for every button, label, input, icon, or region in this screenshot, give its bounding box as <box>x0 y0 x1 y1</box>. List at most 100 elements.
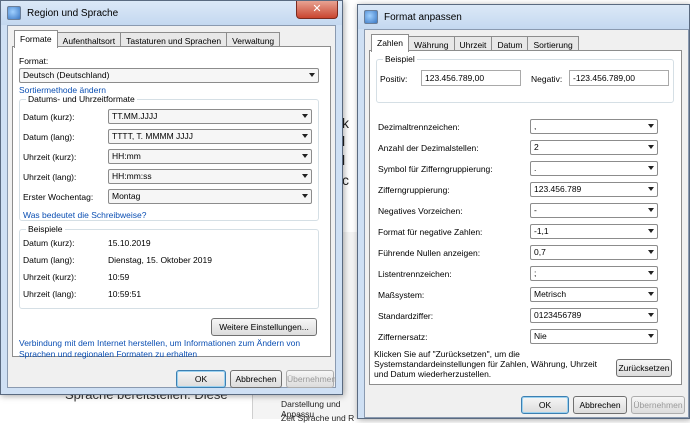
setting-label: Symbol für Zifferngruppierung: <box>378 164 493 174</box>
datetime-label: Uhrzeit (lang): <box>23 172 77 182</box>
select-value: -1,1 <box>534 226 549 236</box>
select-value: 123.456.789 <box>534 184 582 194</box>
date-short-select[interactable]: TT.MM.JJJJ <box>108 109 312 124</box>
tab-sortierung[interactable]: Sortierung <box>527 36 579 51</box>
decimal-places-select[interactable]: 2 <box>530 140 658 155</box>
standard-digits-select[interactable]: 0123456789 <box>530 308 658 323</box>
negative-example-field: -123.456.789,00 <box>569 70 669 86</box>
example-value: 10:59:51 <box>108 289 142 299</box>
tab-zahlen[interactable]: Zahlen <box>371 34 409 52</box>
datetime-label: Datum (lang): <box>23 132 75 142</box>
tab-uhrzeit[interactable]: Uhrzeit <box>453 36 493 51</box>
reset-hint-text: Klicken Sie auf "Zurücksetzen", um die S… <box>374 349 598 379</box>
setting-label: Führende Nullen anzeigen: <box>378 248 481 258</box>
format-value: Deutsch (Deutschland) <box>23 70 110 80</box>
select-value: - <box>534 205 537 215</box>
digit-grouping-select[interactable]: 123.456.789 <box>530 182 658 197</box>
select-value: 2 <box>534 142 539 152</box>
ok-button[interactable]: OK <box>176 370 226 388</box>
chevron-down-icon <box>648 292 654 296</box>
window-title: Format anpassen <box>384 11 462 23</box>
select-value: HH:mm <box>112 151 141 161</box>
time-short-select[interactable]: HH:mm <box>108 149 312 164</box>
setting-label: Ziffernersatz: <box>378 332 428 342</box>
measurement-system-select[interactable]: Metrisch <box>530 287 658 302</box>
chevron-down-icon <box>648 334 654 338</box>
bg-side-item[interactable]: Zeit Sprache und R <box>281 413 354 423</box>
setting-label: Standardziffer: <box>378 311 434 321</box>
datetime-label: Erster Wochentag: <box>23 192 94 202</box>
close-button[interactable]: ✕ <box>296 1 338 19</box>
time-long-select[interactable]: HH:mm:ss <box>108 169 312 184</box>
tab-verwaltung[interactable]: Verwaltung <box>226 32 281 47</box>
example-label: Datum (kurz): <box>23 238 75 248</box>
tab-datum[interactable]: Datum <box>491 36 529 51</box>
titlebar[interactable]: Region und Sprache <box>1 1 342 25</box>
titlebar[interactable]: Format anpassen <box>358 5 689 29</box>
group-title: Datums- und Uhrzeitformate <box>26 94 137 104</box>
notation-link[interactable]: Was bedeutet die Schreibweise? <box>23 210 146 220</box>
chevron-down-icon <box>302 194 308 198</box>
example-value: 10:59 <box>108 272 130 282</box>
window-client: Zahlen Währung Uhrzeit Datum Sortierung … <box>364 29 689 418</box>
decimal-separator-select[interactable]: , <box>530 119 658 134</box>
chevron-down-icon <box>302 174 308 178</box>
chevron-down-icon <box>648 250 654 254</box>
example-group: Beispiel Positiv: 123.456.789,00 Negativ… <box>376 54 674 103</box>
group-title: Beispiel <box>383 54 417 64</box>
negative-label: Negativ: <box>531 74 563 84</box>
example-label: Uhrzeit (kurz): <box>23 272 77 282</box>
chevron-down-icon <box>648 124 654 128</box>
example-label: Uhrzeit (lang): <box>23 289 77 299</box>
chevron-down-icon <box>648 187 654 191</box>
digit-substitution-select[interactable]: Nie <box>530 329 658 344</box>
setting-label: Dezimaltrennzeichen: <box>378 122 460 132</box>
grouping-symbol-select[interactable]: . <box>530 161 658 176</box>
more-settings-button[interactable]: Weitere Einstellungen... <box>211 318 317 336</box>
list-separator-select[interactable]: ; <box>530 266 658 281</box>
positive-label: Positiv: <box>380 74 408 84</box>
select-value: 0123456789 <box>534 310 582 320</box>
reset-button[interactable]: Zurücksetzen <box>616 359 672 377</box>
chevron-down-icon <box>648 229 654 233</box>
customize-format-window: Format anpassen Zahlen Währung Uhrzeit D… <box>357 4 690 419</box>
group-title: Beispiele <box>26 224 65 234</box>
tab-waehrung[interactable]: Währung <box>408 36 455 51</box>
select-value: Nie <box>534 331 547 341</box>
tab-aufenthaltsort[interactable]: Aufenthaltsort <box>56 32 122 47</box>
bg-letter: c <box>342 172 349 188</box>
example-value: Dienstag, 15. Oktober 2019 <box>108 255 212 265</box>
chevron-down-icon <box>302 114 308 118</box>
select-value: 0,7 <box>534 247 546 257</box>
select-value: HH:mm:ss <box>112 171 152 181</box>
tab-tastaturen[interactable]: Tastaturen und Sprachen <box>120 32 228 47</box>
setting-label: Zifferngruppierung: <box>378 185 450 195</box>
apply-button[interactable]: Übernehmen <box>286 370 336 388</box>
chevron-down-icon <box>648 166 654 170</box>
numbers-panel: Beispiel Positiv: 123.456.789,00 Negativ… <box>369 50 682 385</box>
leading-zeros-select[interactable]: 0,7 <box>530 245 658 260</box>
select-value: . <box>534 163 537 173</box>
example-value: 15.10.2019 <box>108 238 151 248</box>
internet-info-link[interactable]: Verbindung mit dem Internet herstellen, … <box>19 338 319 360</box>
negative-format-select[interactable]: -1,1 <box>530 224 658 239</box>
apply-button[interactable]: Übernehmen <box>631 396 685 414</box>
setting-label: Format für negative Zahlen: <box>378 227 483 237</box>
chevron-down-icon <box>648 271 654 275</box>
cancel-button[interactable]: Abbrechen <box>573 396 627 414</box>
cancel-button[interactable]: Abbrechen <box>230 370 282 388</box>
setting-label: Listentrennzeichen: <box>378 269 452 279</box>
examples-group: Beispiele Datum (kurz): 15.10.2019 Datum… <box>19 224 319 309</box>
first-weekday-select[interactable]: Montag <box>108 189 312 204</box>
datetime-label: Uhrzeit (kurz): <box>23 152 77 162</box>
select-value: Metrisch <box>534 289 567 299</box>
ok-button[interactable]: OK <box>521 396 569 414</box>
format-select[interactable]: Deutsch (Deutschland) <box>19 68 319 83</box>
select-value: TTTT, T. MMMM JJJJ <box>112 131 194 141</box>
negative-sign-select[interactable]: - <box>530 203 658 218</box>
select-value: Montag <box>112 191 141 201</box>
date-long-select[interactable]: TTTT, T. MMMM JJJJ <box>108 129 312 144</box>
tab-formate[interactable]: Formate <box>14 30 58 48</box>
chevron-down-icon <box>302 154 308 158</box>
chevron-down-icon <box>648 313 654 317</box>
